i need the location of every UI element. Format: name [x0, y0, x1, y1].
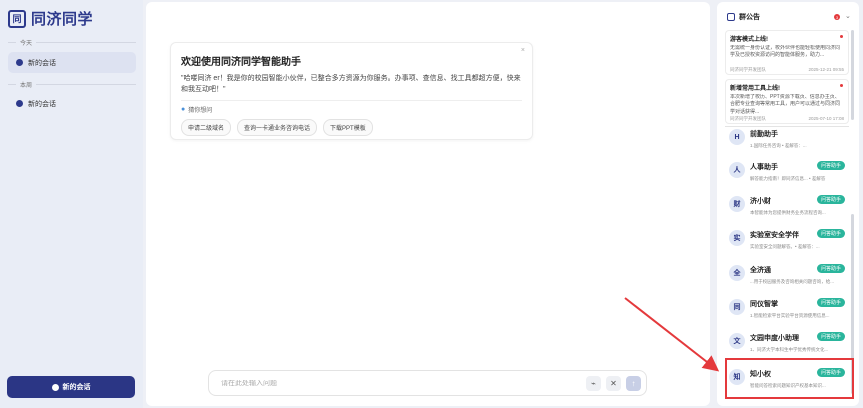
agent-item[interactable]: 实 实验室安全学伴 问答助手 实验室安全问题解答。• 差解答：... — [725, 223, 849, 258]
left-sidebar: 同 同济同学 今天 新的会话 本周 新的会话 新的会话 — [0, 0, 143, 408]
agent-description: 1.国际任务咨询 • 差解答：... — [750, 143, 807, 148]
announcement-body: 本次新增了校历、PPT资源下载页、信息办主页、合肥专业查询等常用工具，用户可以通… — [730, 94, 841, 115]
notice-count-badge: 3 — [834, 14, 840, 20]
welcome-card: × 欢迎使用同济同学智能助手 "哈喽同济 er！我是你的校园智能小伙伴，已整合多… — [170, 42, 533, 140]
agent-item[interactable]: 文 文园申度小助理 问答助手 1、同济大学本科生中学优秀传统文化... — [725, 326, 849, 361]
agent-description: 1、同济大学本科生中学优秀传统文化... — [750, 347, 829, 352]
announcement-title: 新增常用工具上线! — [730, 86, 780, 92]
announcement-footer: 同济同学开发团队 2025-12-21 09:55 — [730, 67, 844, 73]
agent-tag: 问答助手 — [816, 195, 845, 204]
chat-main: × 欢迎使用同济同学智能助手 "哈喽同济 er！我是你的校园智能小伙伴，已整合多… — [146, 2, 710, 406]
agent-item[interactable]: 全 全济通 问答助手 ...用于校园服务及咨询相关问题咨询，给... — [725, 258, 849, 293]
suggestion-chip[interactable]: 下载PPT模板 — [323, 119, 373, 136]
agent-name: 前勤助手 — [750, 131, 778, 138]
logo-icon: 同 — [8, 9, 26, 28]
agent-item[interactable]: 财 济小财 问答助手 本智能体为您提供财务业务流程咨询... — [725, 189, 849, 224]
agent-description: ...用于校园服务及咨询相关问题咨询，给... — [750, 279, 834, 284]
chat-icon — [16, 100, 23, 107]
agent-tag: 问答助手 — [816, 298, 845, 307]
announcement-card[interactable]: 新增常用工具上线! 本次新增了校历、PPT资源下载页、信息办主页、合肥专业查询等… — [725, 79, 849, 124]
agent-tag: 问答助手 — [816, 229, 845, 238]
welcome-title: 欢迎使用同济同学智能助手 — [181, 57, 301, 68]
suggestion-chip[interactable]: 申请二级域名 — [181, 119, 232, 136]
conversation-item[interactable]: 新的会话 — [8, 52, 136, 73]
agent-description: 1.智能检索平台实验平台资源使用信息... — [750, 313, 830, 318]
new-chat-button[interactable]: 新的会话 — [7, 376, 135, 398]
chevron-down-icon[interactable]: ⌄ — [845, 12, 851, 20]
agent-logo: 人 — [729, 162, 745, 178]
scrollbar[interactable] — [851, 30, 854, 120]
agent-item[interactable]: 同 同仪智掌 问答助手 1.智能检索平台实验平台资源使用信息... — [725, 292, 849, 327]
agent-description: 实验室安全问题解答。• 差解答：... — [750, 244, 820, 249]
paperclip-icon[interactable]: ⌁ — [586, 375, 601, 391]
group-label-today: 今天 — [8, 38, 136, 47]
divider — [181, 100, 522, 101]
chat-input-bar: ⌁ ✕ ↑ — [208, 370, 647, 396]
announcement-date: 2025-12-21 09:55 — [808, 67, 844, 72]
close-icon[interactable]: ✕ — [606, 375, 621, 391]
welcome-description: "哈喽同济 er！我是你的校园智能小伙伴，已整合多方资源为你服务。办事项、查信息… — [181, 75, 521, 93]
announcement-title: 游客模式上线! — [730, 37, 768, 43]
send-arrow-icon[interactable]: ↑ — [626, 375, 641, 391]
highlight-box — [725, 358, 854, 399]
unread-dot — [840, 84, 843, 87]
group-label-week: 本周 — [8, 80, 136, 89]
announcement-icon — [727, 13, 735, 21]
agent-item[interactable]: H 前勤助手 1.国际任务咨询 • 差解答：... — [725, 122, 849, 157]
close-icon[interactable]: × — [521, 47, 525, 54]
unread-dot — [840, 35, 843, 38]
app-logo[interactable]: 同 同济同学 — [8, 8, 93, 29]
announcement-source: 同济同学开发团队 — [730, 67, 766, 72]
new-chat-label: 新的会话 — [62, 384, 91, 391]
conversation-label: 新的会话 — [28, 59, 56, 67]
guess-label: 猜你想问 — [188, 108, 213, 114]
announcement-body: 无需统一身份认证，校外伙伴也能轻松使用同济同学及已授权资源访问的智能体服务，助力… — [730, 45, 841, 59]
notice-title: 群公告 — [739, 14, 760, 21]
agent-tag: 问答助手 — [816, 161, 845, 170]
agent-description: 本智能体为您提供财务业务流程咨询... — [750, 210, 826, 215]
agent-description: 解答能力指南！即同济信息... • 差解答 — [750, 176, 826, 181]
agent-logo: 实 — [729, 230, 745, 246]
agent-tag: 问答助手 — [816, 264, 845, 273]
chat-icon — [16, 59, 23, 66]
app-title: 同济同学 — [31, 11, 94, 28]
agent-logo: H — [729, 129, 745, 145]
agent-logo: 全 — [729, 265, 745, 281]
conversation-label: 新的会话 — [28, 100, 56, 108]
right-panel: 群公告 3 ⌄ 游客模式上线! 无需统一身份认证，校外伙伴也能轻松使用同济同学及… — [717, 2, 859, 406]
announcement-card[interactable]: 游客模式上线! 无需统一身份认证，校外伙伴也能轻松使用同济同学及已授权资源访问的… — [725, 30, 849, 75]
conversation-item[interactable]: 新的会话 — [8, 93, 136, 114]
agent-tag: 问答助手 — [816, 332, 845, 341]
agent-item[interactable]: 人 人事助手 问答助手 解答能力指南！即同济信息... • 差解答 — [725, 155, 849, 190]
suggestion-chips: 申请二级域名 查询一卡通业务咨询电话 下载PPT模板 — [181, 119, 522, 136]
location-pin-icon: ● — [181, 106, 186, 113]
agent-logo: 文 — [729, 333, 745, 349]
agent-logo: 同 — [729, 299, 745, 315]
notice-header: 群公告 — [727, 12, 760, 22]
suggestion-chip[interactable]: 查询一卡通业务咨询电话 — [237, 119, 318, 136]
guess-header: ● 猜你想问 — [181, 105, 522, 114]
question-input[interactable] — [221, 379, 586, 387]
agent-logo: 财 — [729, 196, 745, 212]
chat-icon — [51, 383, 59, 391]
